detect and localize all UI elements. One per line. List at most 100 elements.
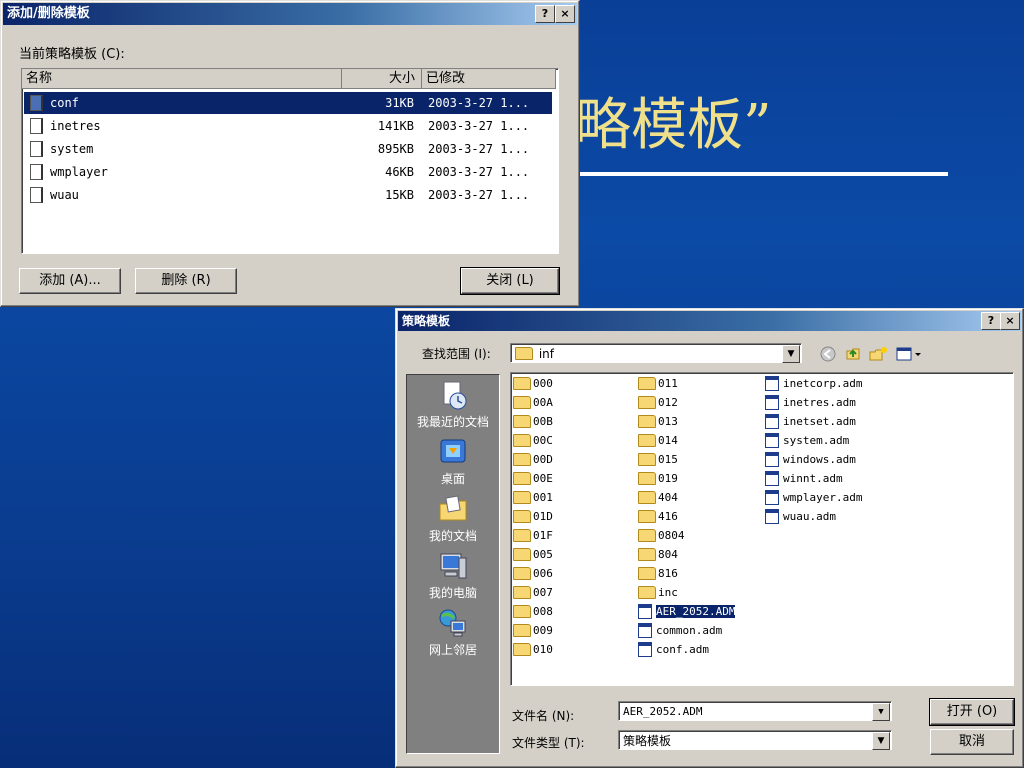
folder-item[interactable]: 005 xyxy=(513,546,553,564)
chevron-down-icon[interactable]: ▼ xyxy=(872,703,890,721)
close-icon[interactable]: × xyxy=(1000,312,1020,330)
my-documents-icon xyxy=(439,495,467,521)
file-item[interactable]: windows.adm xyxy=(765,451,856,469)
file-item[interactable]: wmplayer.adm xyxy=(765,489,862,507)
chevron-down-icon[interactable]: ▼ xyxy=(872,732,890,750)
add-button[interactable]: 添加 (A)... xyxy=(19,268,121,294)
place-recent[interactable]: 我最近的文档 xyxy=(407,379,499,430)
file-item[interactable]: inetset.adm xyxy=(765,413,856,431)
folder-item[interactable]: 007 xyxy=(513,584,553,602)
slide-underline xyxy=(580,172,948,176)
item-label: 00B xyxy=(533,415,553,428)
folder-item[interactable]: 008 xyxy=(513,603,553,621)
folder-icon xyxy=(513,585,531,599)
folder-icon xyxy=(513,566,531,580)
folder-item[interactable]: 00D xyxy=(513,451,553,469)
adm-file-icon xyxy=(765,413,779,429)
column-header-name[interactable]: 名称 xyxy=(22,69,342,89)
folder-item[interactable]: 00A xyxy=(513,394,553,412)
help-button[interactable]: ? xyxy=(535,5,555,23)
templates-list[interactable]: 名称 大小 已修改 conf 31KB 2003-3-27 1... inetr… xyxy=(21,68,559,254)
filename-combo[interactable]: AER_2052.ADM ▼ xyxy=(618,701,892,721)
column-header-size[interactable]: 大小 xyxy=(342,69,422,89)
delete-button[interactable]: 删除 (R) xyxy=(135,268,237,294)
item-label: 009 xyxy=(533,624,553,637)
folder-icon xyxy=(638,585,656,599)
file-list[interactable]: 000 00A 00B 00C 00D 00E 001 01D 01F 005 006 007 008 0… xyxy=(510,372,1014,686)
folder-item[interactable]: 019 xyxy=(638,470,678,488)
place-label: 我的电脑 xyxy=(428,586,477,600)
place-my-computer[interactable]: 我的电脑 xyxy=(407,550,499,601)
place-my-documents[interactable]: 我的文档 xyxy=(407,493,499,544)
chevron-down-icon[interactable]: ▼ xyxy=(782,345,800,363)
item-size: 31KB xyxy=(385,96,414,110)
list-item[interactable]: wmplayer 46KB 2003-3-27 1... xyxy=(24,161,552,183)
column-header-modified[interactable]: 已修改 xyxy=(422,69,556,89)
folder-item[interactable]: inc xyxy=(638,584,678,602)
place-network[interactable]: 网上邻居 xyxy=(407,607,499,658)
item-label: inetres.adm xyxy=(783,396,856,409)
list-item[interactable]: wuau 15KB 2003-3-27 1... xyxy=(24,184,552,206)
file-item[interactable]: conf.adm xyxy=(638,641,709,659)
close-button[interactable]: 关闭 (L) xyxy=(460,267,560,295)
list-item[interactable]: inetres 141KB 2003-3-27 1... xyxy=(24,115,552,137)
my-computer-icon xyxy=(440,553,467,579)
folder-icon xyxy=(513,642,531,656)
folder-item[interactable]: 012 xyxy=(638,394,678,412)
close-icon[interactable]: × xyxy=(555,5,575,23)
folder-icon xyxy=(638,509,656,523)
item-label: conf.adm xyxy=(656,643,709,656)
folder-item[interactable]: 013 xyxy=(638,413,678,431)
help-button[interactable]: ? xyxy=(981,312,1001,330)
folder-item[interactable]: 0804 xyxy=(638,527,685,545)
folder-item[interactable]: 006 xyxy=(513,565,553,583)
folder-item[interactable]: 009 xyxy=(513,622,553,640)
item-label: 010 xyxy=(533,643,553,656)
file-item[interactable]: winnt.adm xyxy=(765,470,843,488)
folder-item[interactable]: 015 xyxy=(638,451,678,469)
desktop-icon xyxy=(440,439,466,463)
folder-item[interactable]: 416 xyxy=(638,508,678,526)
folder-item[interactable]: 00B xyxy=(513,413,553,431)
folder-item[interactable]: 01F xyxy=(513,527,553,545)
folder-item[interactable]: 00C xyxy=(513,432,553,450)
item-label: AER_2052.ADM xyxy=(654,604,737,619)
adm-file-icon xyxy=(638,622,652,638)
back-icon[interactable] xyxy=(820,346,836,362)
file-item[interactable]: system.adm xyxy=(765,432,849,450)
filetype-label: 文件类型 (T): xyxy=(512,736,585,750)
item-label: 000 xyxy=(533,377,553,390)
folder-item[interactable]: 010 xyxy=(513,641,553,659)
folder-item[interactable]: 011 xyxy=(638,375,678,393)
column-header-size-label: 大小 xyxy=(388,71,415,86)
folder-item[interactable]: 00E xyxy=(513,470,553,488)
file-item[interactable]: inetres.adm xyxy=(765,394,856,412)
lookin-combo[interactable]: inf ▼ xyxy=(510,343,802,363)
view-menu-icon[interactable] xyxy=(896,346,922,362)
file-item[interactable]: inetcorp.adm xyxy=(765,375,862,393)
filetype-combo[interactable]: 策略模板 ▼ xyxy=(618,730,892,750)
place-desktop[interactable]: 桌面 xyxy=(407,436,499,487)
new-folder-icon[interactable] xyxy=(868,345,888,363)
folder-icon xyxy=(638,395,656,409)
up-folder-icon[interactable] xyxy=(844,345,862,363)
file-item[interactable]: AER_2052.ADM xyxy=(638,603,737,621)
list-item[interactable]: system 895KB 2003-3-27 1... xyxy=(24,138,552,160)
open-button[interactable]: 打开 (O) xyxy=(929,698,1015,726)
folder-item[interactable]: 01D xyxy=(513,508,553,526)
folder-item[interactable]: 804 xyxy=(638,546,678,564)
folder-item[interactable]: 001 xyxy=(513,489,553,507)
list-item[interactable]: conf 31KB 2003-3-27 1... xyxy=(24,92,552,114)
folder-icon xyxy=(513,433,531,447)
item-size: 15KB xyxy=(385,188,414,202)
folder-item[interactable]: 000 xyxy=(513,375,553,393)
item-label: windows.adm xyxy=(783,453,856,466)
file-item[interactable]: common.adm xyxy=(638,622,722,640)
file-item[interactable]: wuau.adm xyxy=(765,508,836,526)
item-name: system xyxy=(50,142,94,156)
folder-item[interactable]: 816 xyxy=(638,565,678,583)
folder-item[interactable]: 014 xyxy=(638,432,678,450)
folder-item[interactable]: 404 xyxy=(638,489,678,507)
item-label: inetset.adm xyxy=(783,415,856,428)
cancel-button[interactable]: 取消 xyxy=(930,729,1014,755)
